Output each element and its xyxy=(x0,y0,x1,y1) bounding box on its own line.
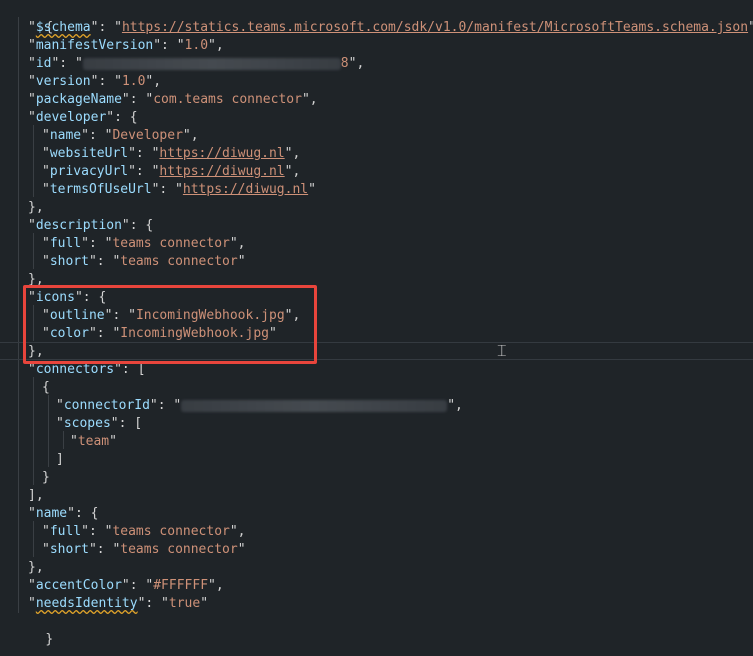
code-line-developer: "developer": { xyxy=(28,110,138,125)
name-full-key: full xyxy=(49,524,82,539)
code-line-website-url: "websiteUrl": "https://diwug.nl", xyxy=(42,146,301,161)
connectors-key: connectors xyxy=(35,362,115,377)
name-short-value: teams connector xyxy=(120,542,238,557)
code-line-description: "description": { xyxy=(28,218,154,233)
version-value: 1.0 xyxy=(121,74,146,89)
connector-id-key: connectorId xyxy=(63,398,150,413)
code-line: ], xyxy=(28,488,44,503)
name-key: name xyxy=(35,506,68,521)
code-line-package-name: "packageName": "com.teams connector", xyxy=(28,92,318,107)
redacted-connector-id xyxy=(181,399,448,412)
needs-identity-value: true xyxy=(168,596,201,611)
developer-key: developer xyxy=(35,110,107,125)
privacy-url-key: privacyUrl xyxy=(49,164,129,179)
code-line-terms-url: "termsOfUseUrl": "https://diwug.nl" xyxy=(42,182,316,197)
accent-color-value: #FFFFFF xyxy=(153,578,209,593)
code-line-description-short: "short": "teams connector" xyxy=(42,254,246,269)
code-line: { xyxy=(0,1,753,35)
code-line-name-short: "short": "teams connector" xyxy=(42,542,246,557)
code-line-name: "name": { xyxy=(28,506,99,521)
package-name-value: com.teams connector xyxy=(153,92,302,107)
code-line-scope-value: "team" xyxy=(70,434,117,449)
schema-key: $schema xyxy=(35,20,91,35)
code-line: } xyxy=(0,613,753,647)
manifest-version-value: 1.0 xyxy=(184,38,209,53)
code-line-connector-id: "connectorId": " ", xyxy=(56,398,463,413)
name-short-key: short xyxy=(49,542,89,557)
redacted-id xyxy=(82,57,341,70)
description-full-key: full xyxy=(49,236,82,251)
code-line-manifest-version: "manifestVersion": "1.0", xyxy=(28,38,224,53)
developer-name-value: Developer xyxy=(112,128,183,143)
description-short-key: short xyxy=(49,254,89,269)
code-line: { xyxy=(42,380,50,395)
icons-highlight-box xyxy=(23,285,317,364)
description-full-value: teams connector xyxy=(112,236,230,251)
needs-identity-key: needsIdentity xyxy=(35,596,138,611)
code-line-privacy-url: "privacyUrl": "https://diwug.nl", xyxy=(42,164,301,179)
code-line-needs-identity: "needsIdentity": "true" xyxy=(28,596,209,611)
manifest-version-key: manifestVersion xyxy=(35,38,154,53)
code-line: }, xyxy=(28,200,44,215)
code-line-id: "id": " 8", xyxy=(28,56,365,71)
close-brace: } xyxy=(45,632,54,647)
code-line-version: "version": "1.0", xyxy=(28,74,162,89)
description-short-value: teams connector xyxy=(120,254,238,269)
terms-url-link[interactable]: https://diwug.nl xyxy=(183,182,308,197)
id-value-tail: 8 xyxy=(340,56,349,71)
i-beam-cursor-icon: ⌶ xyxy=(497,341,507,360)
scopes-key: scopes xyxy=(63,416,111,431)
id-key: id xyxy=(35,56,52,71)
version-key: version xyxy=(35,74,91,89)
code-line-name-full: "full": "teams connector", xyxy=(42,524,246,539)
code-line: ] xyxy=(56,452,64,467)
code-line: } xyxy=(42,470,50,485)
package-name-key: packageName xyxy=(35,92,122,107)
name-full-value: teams connector xyxy=(112,524,230,539)
scope-value: team xyxy=(77,434,110,449)
code-line-schema: "$schema": "https://statics.teams.micros… xyxy=(28,20,753,35)
terms-url-key: termsOfUseUrl xyxy=(49,182,152,197)
privacy-url-link[interactable]: https://diwug.nl xyxy=(159,164,284,179)
code-line-scopes: "scopes": [ xyxy=(56,416,143,431)
accent-color-key: accentColor xyxy=(35,578,122,593)
code-editor[interactable]: { "$schema": "https://statics.teams.micr… xyxy=(0,0,753,656)
schema-link[interactable]: https://statics.teams.microsoft.com/sdk/… xyxy=(122,20,748,35)
description-key: description xyxy=(35,218,122,233)
code-line-developer-name: "name": "Developer", xyxy=(42,128,199,143)
code-line-accent-color: "accentColor": "#FFFFFF", xyxy=(28,578,224,593)
code-line: }, xyxy=(28,560,44,575)
code-line-description-full: "full": "teams connector", xyxy=(42,236,246,251)
website-url-link[interactable]: https://diwug.nl xyxy=(159,146,284,161)
developer-name-key: name xyxy=(49,128,82,143)
website-url-key: websiteUrl xyxy=(49,146,129,161)
